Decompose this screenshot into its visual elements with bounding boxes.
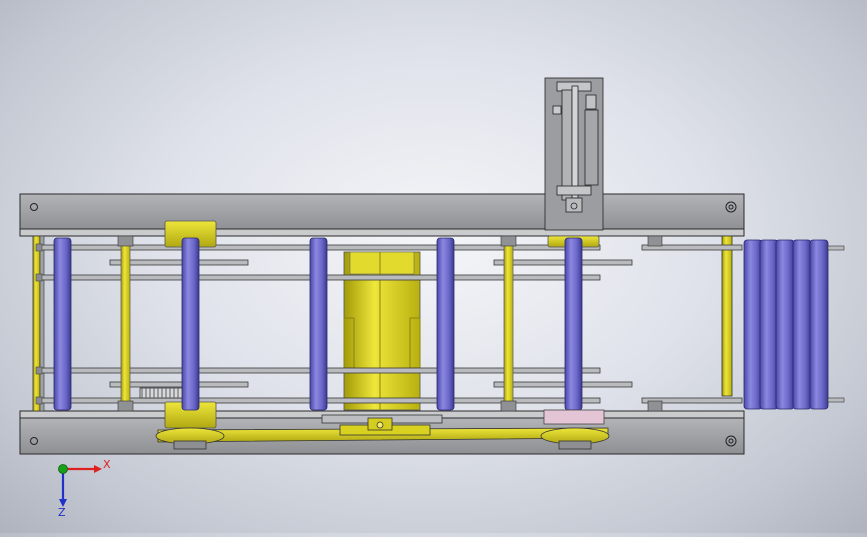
x-axis-label: X [103, 458, 111, 471]
roller [181, 237, 200, 411]
assembly-model [19, 77, 845, 455]
roller [436, 237, 455, 411]
axis-triad-icon: X Z [58, 458, 111, 519]
roller [53, 237, 72, 411]
pressure-pad [543, 409, 605, 425]
roller [564, 237, 583, 411]
tension-spring [139, 387, 183, 399]
z-axis-label: Z [58, 506, 66, 519]
linear-actuator-module [544, 77, 604, 231]
orientation-triad[interactable]: X Z [46, 452, 116, 522]
roller [309, 237, 328, 411]
y-axis-dot [58, 464, 68, 474]
output-roller-stack [743, 239, 845, 410]
cad-graphics-area[interactable] [0, 0, 867, 533]
top-frame-plate [19, 193, 745, 237]
